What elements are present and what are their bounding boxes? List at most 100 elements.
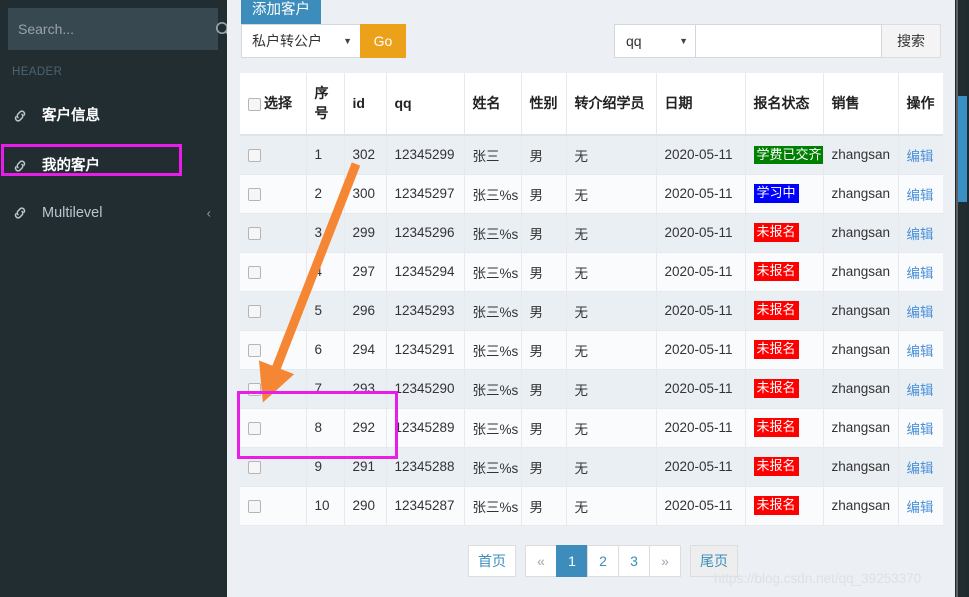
row-checkbox[interactable] — [248, 460, 261, 474]
cell-status: 未报名 — [745, 291, 824, 331]
cell-id: 300 — [344, 174, 387, 214]
row-select-cell — [240, 252, 307, 292]
cell-sale: zhangsan — [823, 252, 899, 292]
sidebar-item-my-customers[interactable]: 我的客户 — [0, 145, 227, 187]
right-scroll-panel — [955, 0, 969, 597]
sidebar-item-customer-info[interactable]: 客户信息 — [0, 95, 227, 137]
cell-sale: zhangsan — [823, 174, 899, 214]
cell-no: 6 — [306, 330, 345, 370]
cell-sex: 男 — [521, 291, 567, 331]
column-header-referrer: 转介绍学员 — [566, 73, 657, 136]
cell-qq: 12345290 — [386, 369, 465, 409]
cell-referrer: 无 — [566, 135, 657, 175]
sidebar-section-header: HEADER — [12, 66, 63, 78]
sidebar-search[interactable] — [8, 8, 232, 50]
edit-link[interactable]: 编辑 — [907, 227, 934, 242]
row-checkbox[interactable] — [248, 304, 261, 318]
cell-qq: 12345296 — [386, 213, 465, 253]
cell-sale: zhangsan — [823, 213, 899, 253]
search-toolbar: qq ▼ 搜索 — [614, 24, 941, 58]
cell-qq: 12345293 — [386, 291, 465, 331]
edit-link[interactable]: 编辑 — [907, 422, 934, 437]
cell-id: 293 — [344, 369, 387, 409]
row-checkbox[interactable] — [248, 382, 261, 396]
cell-action: 编辑 — [898, 486, 943, 526]
edit-link[interactable]: 编辑 — [907, 149, 934, 164]
cell-action: 编辑 — [898, 369, 943, 409]
cell-qq: 12345294 — [386, 252, 465, 292]
row-checkbox[interactable] — [248, 499, 261, 513]
cell-name: 张三%s — [464, 447, 522, 487]
cell-no: 9 — [306, 447, 345, 487]
pagination-prev[interactable]: « — [525, 545, 557, 577]
row-checkbox[interactable] — [248, 149, 261, 163]
edit-link[interactable]: 编辑 — [907, 461, 934, 476]
cell-action: 编辑 — [898, 252, 943, 292]
row-checkbox[interactable] — [248, 226, 261, 240]
pagination-first[interactable]: 首页 — [468, 545, 516, 577]
link-icon — [12, 158, 34, 174]
go-button[interactable]: Go — [360, 24, 406, 58]
table-header-row: 选择 序号 id qq 姓名 性别 转介绍学员 日期 报名状态 销售 操作 — [240, 73, 943, 136]
transfer-type-select[interactable]: 私户转公户 ▼ — [241, 24, 360, 58]
edit-link[interactable]: 编辑 — [907, 344, 934, 359]
pagination-page-2[interactable]: 2 — [587, 545, 619, 577]
cell-referrer: 无 — [566, 213, 657, 253]
cell-date: 2020-05-11 — [656, 174, 746, 214]
search-field-value: qq — [626, 33, 642, 49]
cell-name: 张三%s — [464, 174, 522, 214]
table-row: 9 291 12345288 张三%s 男无 2020-05-11 未报名 zhangsan 编… — [240, 447, 943, 487]
cell-referrer: 无 — [566, 486, 657, 526]
cell-qq: 12345287 — [386, 486, 465, 526]
cell-status: 学费已交齐 — [745, 135, 824, 175]
cell-date: 2020-05-11 — [656, 291, 746, 331]
pagination-next[interactable]: » — [649, 545, 681, 577]
cell-sex: 男 — [521, 447, 567, 487]
add-customer-button[interactable]: 添加客户 — [241, 0, 321, 26]
sidebar-item-multilevel[interactable]: Multilevel ‹ — [0, 192, 227, 234]
row-checkbox[interactable] — [248, 265, 261, 279]
search-keyword-input[interactable] — [696, 24, 882, 58]
customer-table-wrapper: 选择 序号 id qq 姓名 性别 转介绍学员 日期 报名状态 销售 操作 1 — [240, 73, 943, 526]
cell-name: 张三 — [464, 135, 522, 175]
cell-sale: zhangsan — [823, 135, 899, 175]
cell-no: 1 — [306, 135, 345, 175]
cell-sale: zhangsan — [823, 291, 899, 331]
cell-status: 未报名 — [745, 447, 824, 487]
select-all-checkbox[interactable] — [248, 97, 261, 111]
cell-no: 7 — [306, 369, 345, 409]
pagination-page-1[interactable]: 1 — [556, 545, 588, 577]
search-input[interactable] — [8, 21, 209, 37]
row-checkbox[interactable] — [248, 187, 261, 201]
cell-date: 2020-05-11 — [656, 330, 746, 370]
cell-qq: 12345288 — [386, 447, 465, 487]
status-badge: 未报名 — [753, 379, 799, 398]
edit-link[interactable]: 编辑 — [907, 305, 934, 320]
column-header-sale: 销售 — [823, 73, 899, 136]
search-field-select[interactable]: qq ▼ — [614, 24, 696, 58]
search-submit-button[interactable]: 搜索 — [882, 24, 941, 58]
status-badge: 未报名 — [753, 457, 799, 476]
pagination-page-3[interactable]: 3 — [618, 545, 650, 577]
column-header-sex: 性别 — [521, 73, 567, 136]
edit-link[interactable]: 编辑 — [907, 188, 934, 203]
chevron-down-icon: ▼ — [343, 36, 352, 46]
table-row: 10 290 12345287 张三%s 男无 2020-05-11 未报名 zhangsan… — [240, 486, 943, 526]
cell-name: 张三%s — [464, 486, 522, 526]
edit-link[interactable]: 编辑 — [907, 383, 934, 398]
edit-link[interactable]: 编辑 — [907, 266, 934, 281]
scrollbar-track[interactable] — [958, 0, 967, 597]
column-header-no: 序号 — [306, 73, 345, 136]
row-checkbox[interactable] — [248, 421, 261, 435]
edit-link[interactable]: 编辑 — [907, 500, 934, 515]
cell-name: 张三%s — [464, 213, 522, 253]
app-root: HEADER 客户信息 我的客户 — [0, 0, 969, 597]
cell-action: 编辑 — [898, 291, 943, 331]
row-checkbox[interactable] — [248, 343, 261, 357]
row-select-cell — [240, 486, 307, 526]
cell-id: 302 — [344, 135, 387, 175]
status-badge: 学费已交齐 — [753, 145, 822, 164]
cell-referrer: 无 — [566, 369, 657, 409]
scrollbar-thumb[interactable] — [958, 96, 967, 202]
cell-sale: zhangsan — [823, 330, 899, 370]
